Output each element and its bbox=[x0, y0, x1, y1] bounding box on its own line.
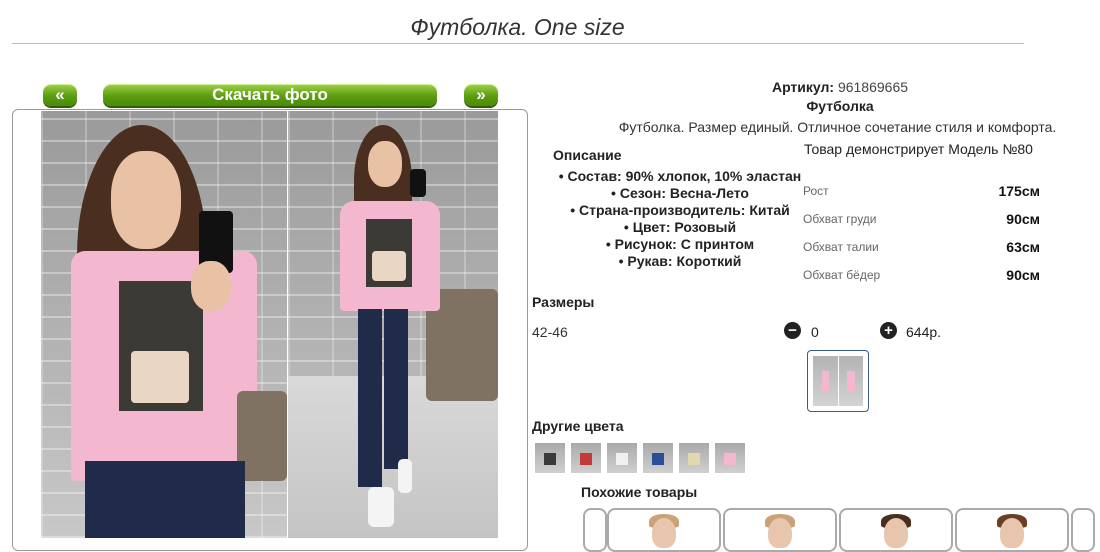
sku-label: Артикул: bbox=[771, 79, 835, 95]
measurement-label: Обхват груди bbox=[803, 212, 877, 226]
jeans-shape bbox=[85, 461, 245, 538]
similar-products-heading: Похожие товары bbox=[581, 484, 698, 500]
measurement-label: Обхват талии bbox=[803, 240, 879, 254]
similar-next-arrow[interactable] bbox=[1071, 508, 1095, 552]
similar-product-card[interactable] bbox=[723, 508, 837, 552]
title-divider bbox=[12, 43, 1024, 44]
size-value: 42-46 bbox=[532, 324, 568, 340]
measurement-row: Обхват талии 63см bbox=[803, 239, 1040, 255]
color-swatch-thumbnail[interactable] bbox=[643, 443, 673, 473]
prev-photo-button[interactable]: « bbox=[43, 84, 77, 106]
page-title: Футболка. One size bbox=[410, 14, 625, 40]
measurement-value: 90см bbox=[1006, 211, 1040, 227]
color-swatch-thumbnail[interactable] bbox=[679, 443, 709, 473]
sneaker-shape bbox=[368, 487, 394, 527]
measurement-label: Обхват бёдер bbox=[803, 268, 881, 282]
model-line: Товар демонстрирует Модель №80 bbox=[804, 141, 1033, 157]
minus-circle-icon[interactable]: − bbox=[784, 322, 801, 339]
similar-prev-arrow[interactable] bbox=[583, 508, 607, 552]
color-swatch-thumbnail[interactable] bbox=[607, 443, 637, 473]
measurement-label: Рост bbox=[803, 184, 829, 198]
sizes-heading: Размеры bbox=[532, 294, 595, 310]
product-description: Футболка. Размер единый. Отличное сочета… bbox=[618, 119, 1057, 135]
other-colors-heading: Другие цвета bbox=[532, 418, 624, 434]
jeans-left-leg bbox=[358, 309, 382, 487]
attribute-item: Состав: 90% хлопок, 10% эластан bbox=[540, 168, 820, 185]
measurement-value: 90см bbox=[1006, 267, 1040, 283]
price-value: 644р. bbox=[906, 324, 942, 340]
face-shape bbox=[368, 141, 402, 187]
selected-photo-thumbnail[interactable] bbox=[807, 350, 869, 412]
sku-line: Артикул: 961869665 bbox=[620, 79, 1060, 95]
measurement-row: Рост 175см bbox=[803, 183, 1040, 199]
measurement-value: 175см bbox=[998, 183, 1040, 199]
product-photo-front[interactable] bbox=[41, 111, 287, 538]
measurement-row: Обхват груди 90см bbox=[803, 211, 1040, 227]
attribute-item: Цвет: Розовый bbox=[540, 219, 820, 236]
hand-shape bbox=[191, 261, 231, 311]
attribute-item: Рукав: Короткий bbox=[540, 253, 820, 270]
measurement-row: Обхват бёдер 90см bbox=[803, 267, 1040, 283]
phone-shape bbox=[410, 169, 426, 197]
download-photo-button[interactable]: Скачать фото bbox=[103, 84, 437, 106]
sneaker-shape bbox=[398, 459, 412, 493]
quantity-value: 0 bbox=[811, 324, 819, 340]
next-photo-button[interactable]: » bbox=[464, 84, 498, 106]
product-name: Футболка bbox=[806, 98, 874, 114]
product-photo-full[interactable] bbox=[288, 111, 498, 538]
description-heading: Описание bbox=[553, 147, 622, 163]
attribute-item: Рисунок: С принтом bbox=[540, 236, 820, 253]
similar-product-card[interactable] bbox=[607, 508, 721, 552]
attribute-list: Состав: 90% хлопок, 10% эластан Сезон: В… bbox=[540, 168, 820, 270]
color-swatch-thumbnail[interactable] bbox=[571, 443, 601, 473]
sku-value: 961869665 bbox=[837, 79, 909, 95]
jeans-right-leg bbox=[384, 309, 408, 469]
color-swatch-thumbnail[interactable] bbox=[535, 443, 565, 473]
similar-product-card[interactable] bbox=[839, 508, 953, 552]
plus-circle-icon[interactable]: + bbox=[880, 322, 897, 339]
measurement-value: 63см bbox=[1006, 239, 1040, 255]
face-shape bbox=[111, 151, 181, 249]
attribute-item: Страна-производитель: Китай bbox=[540, 202, 820, 219]
attribute-item: Сезон: Весна-Лето bbox=[540, 185, 820, 202]
color-swatch-thumbnail[interactable] bbox=[715, 443, 745, 473]
similar-product-card[interactable] bbox=[955, 508, 1069, 552]
